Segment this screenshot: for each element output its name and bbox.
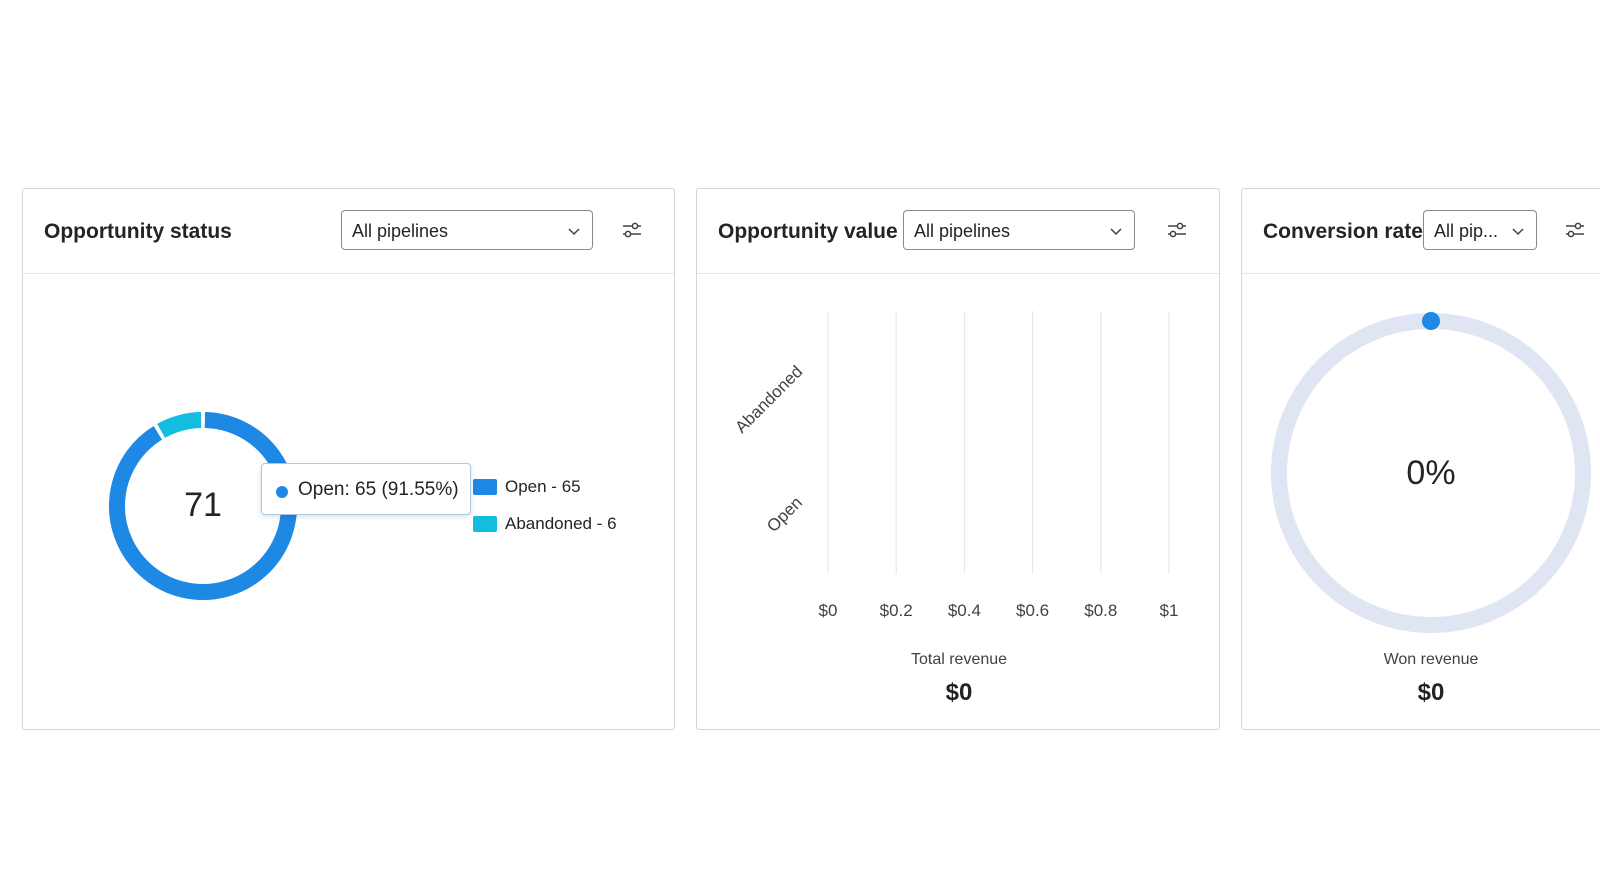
x-tick-label: $0.6 — [1016, 601, 1050, 620]
opportunity-status-card: Opportunity status All pipelines 71 Open… — [22, 188, 675, 730]
conversion-rate-card: Conversion rate All pip... 0% Won revenu… — [1241, 188, 1600, 730]
card-title: Opportunity status — [44, 220, 232, 243]
legend-open[interactable]: Open - 65 — [473, 477, 581, 497]
donut-slice-abandoned[interactable] — [157, 412, 202, 439]
won-revenue-value: $0 — [1417, 679, 1445, 706]
x-tick-label: $0.2 — [879, 601, 913, 620]
card-header: Opportunity status All pipelines — [23, 189, 674, 274]
x-tick-label: $0.4 — [947, 601, 981, 620]
conversion-rate-value: 0% — [1406, 454, 1456, 492]
chevron-down-icon — [568, 228, 580, 236]
legend-abandoned[interactable]: Abandoned - 6 — [473, 514, 617, 534]
total-revenue-value: $0 — [945, 679, 973, 706]
legend-swatch — [473, 479, 497, 495]
tooltip-text: Open: 65 (91.55%) — [298, 479, 459, 500]
filter-sliders-icon[interactable] — [620, 218, 644, 242]
legend-swatch — [473, 516, 497, 532]
x-tick-label: $0 — [818, 601, 838, 620]
donut-total: 71 — [184, 486, 222, 524]
x-tick-label: $0.8 — [1084, 601, 1118, 620]
tooltip-dot — [276, 486, 288, 498]
chart-tooltip: Open: 65 (91.55%) — [261, 463, 471, 515]
pipeline-dropdown[interactable]: All pipelines — [341, 210, 593, 250]
gauge-indicator — [1422, 312, 1440, 330]
x-tick-label: $1 — [1159, 601, 1179, 620]
legend-label: Open - 65 — [505, 477, 581, 496]
opportunity-value-card: Opportunity value All pipelines Abandone… — [696, 188, 1220, 730]
value-bar-chart — [827, 311, 1170, 574]
legend-label: Abandoned - 6 — [505, 514, 617, 533]
total-revenue-label: Total revenue — [910, 651, 1008, 668]
won-revenue-label: Won revenue — [1383, 651, 1479, 668]
dropdown-value: All pipelines — [352, 221, 449, 241]
